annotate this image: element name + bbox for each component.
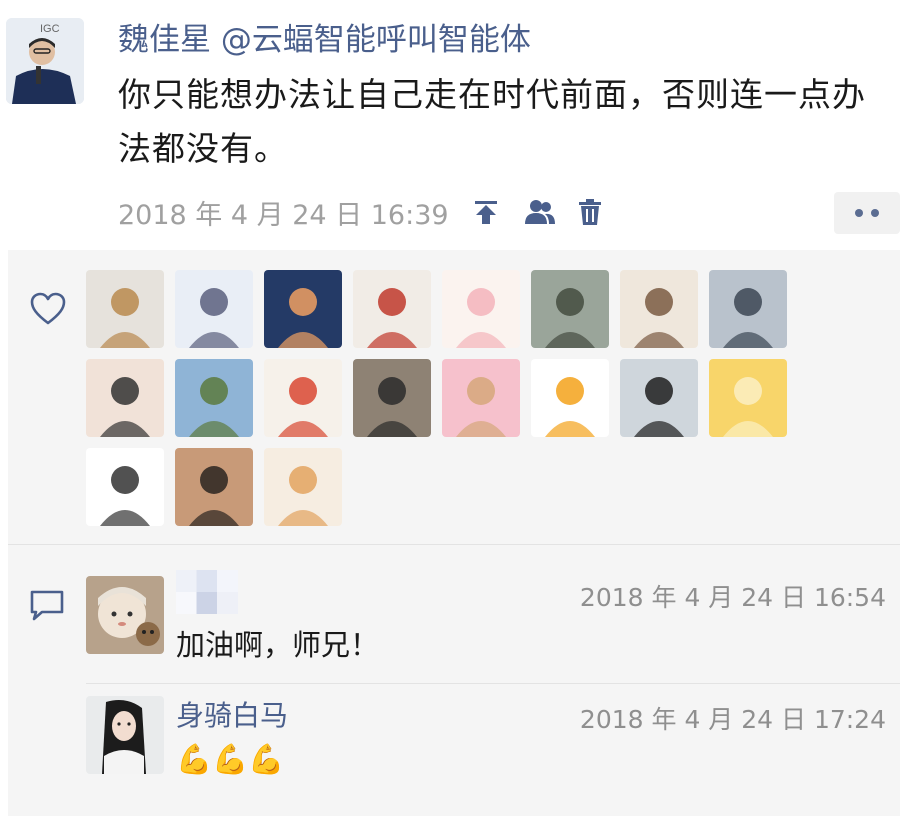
post-timestamp: 2018 年 4 月 24 日 16:39 <box>118 199 449 231</box>
liker-avatar-man-coast[interactable] <box>620 359 698 437</box>
liker-avatar-cat[interactable] <box>86 270 164 348</box>
comment-item[interactable]: 2018 年 4 月 24 日 16:54 加油啊，师兄！ <box>86 570 886 662</box>
liker-avatar-man-suit[interactable] <box>353 359 431 437</box>
liker-avatar-pig-drink[interactable] <box>442 270 520 348</box>
liker-avatar-red-bear[interactable] <box>353 270 431 348</box>
svg-text:IGC: IGC <box>40 23 60 35</box>
post-text: 你只能想办法让自己走在时代前面，否则连一点办法都没有。 <box>118 75 866 168</box>
commenter-name-blurred[interactable] <box>176 570 238 614</box>
comment-item[interactable]: 身骑白马 2018 年 4 月 24 日 17:24 💪💪💪 <box>86 696 886 776</box>
contacts-icon[interactable] <box>523 197 555 227</box>
commenter-avatar[interactable] <box>86 696 164 774</box>
trash-icon[interactable] <box>575 197 605 227</box>
comment-timestamp: 2018 年 4 月 24 日 17:24 <box>579 705 886 734</box>
liker-avatar-anime-boy[interactable] <box>175 270 253 348</box>
more-button[interactable] <box>834 192 900 234</box>
comment-timestamp: 2018 年 4 月 24 日 16:54 <box>579 583 886 612</box>
comment-text: 💪💪💪 <box>176 742 285 776</box>
poster-name[interactable]: 魏佳星 @云蝠智能呼叫智能体 <box>118 18 531 62</box>
liker-avatar-launch-tower[interactable] <box>709 270 787 348</box>
interaction-panel: 2018 年 4 月 24 日 16:54 加油啊，师兄！ 身骑白马 2018 … <box>8 250 900 816</box>
commenter-name[interactable]: 身骑白马 <box>176 696 288 736</box>
liker-avatar-sunset-silhouette[interactable] <box>264 270 342 348</box>
poster-avatar[interactable]: IGC <box>6 18 84 104</box>
liker-avatar-beach-rocks[interactable] <box>175 359 253 437</box>
comment-icon <box>28 588 64 622</box>
liker-avatar-couple-cartoon[interactable] <box>86 359 164 437</box>
commenter-avatar[interactable] <box>86 576 164 654</box>
liker-avatar-deer[interactable] <box>709 359 787 437</box>
liker-avatar-mother-child[interactable] <box>264 448 342 526</box>
pin-top-icon[interactable] <box>471 197 501 227</box>
liker-avatar-pink-cat[interactable] <box>442 359 520 437</box>
liker-avatar-balloon[interactable] <box>264 359 342 437</box>
post-meta: 2018 年 4 月 24 日 16:39 <box>118 190 605 234</box>
liker-avatar-man-portrait[interactable] <box>175 448 253 526</box>
liker-avatar-sketch-man[interactable] <box>86 448 164 526</box>
more-icon <box>855 209 863 217</box>
liker-avatar-cartoon-girl[interactable] <box>620 270 698 348</box>
likes-avatar-grid <box>86 270 806 526</box>
comment-divider <box>86 683 900 684</box>
heart-icon <box>30 292 66 326</box>
liker-avatar-sun-face[interactable] <box>531 359 609 437</box>
comment-text: 加油啊，师兄！ <box>176 628 380 662</box>
likes-divider <box>8 544 900 545</box>
liker-avatar-family-outdoor[interactable] <box>531 270 609 348</box>
